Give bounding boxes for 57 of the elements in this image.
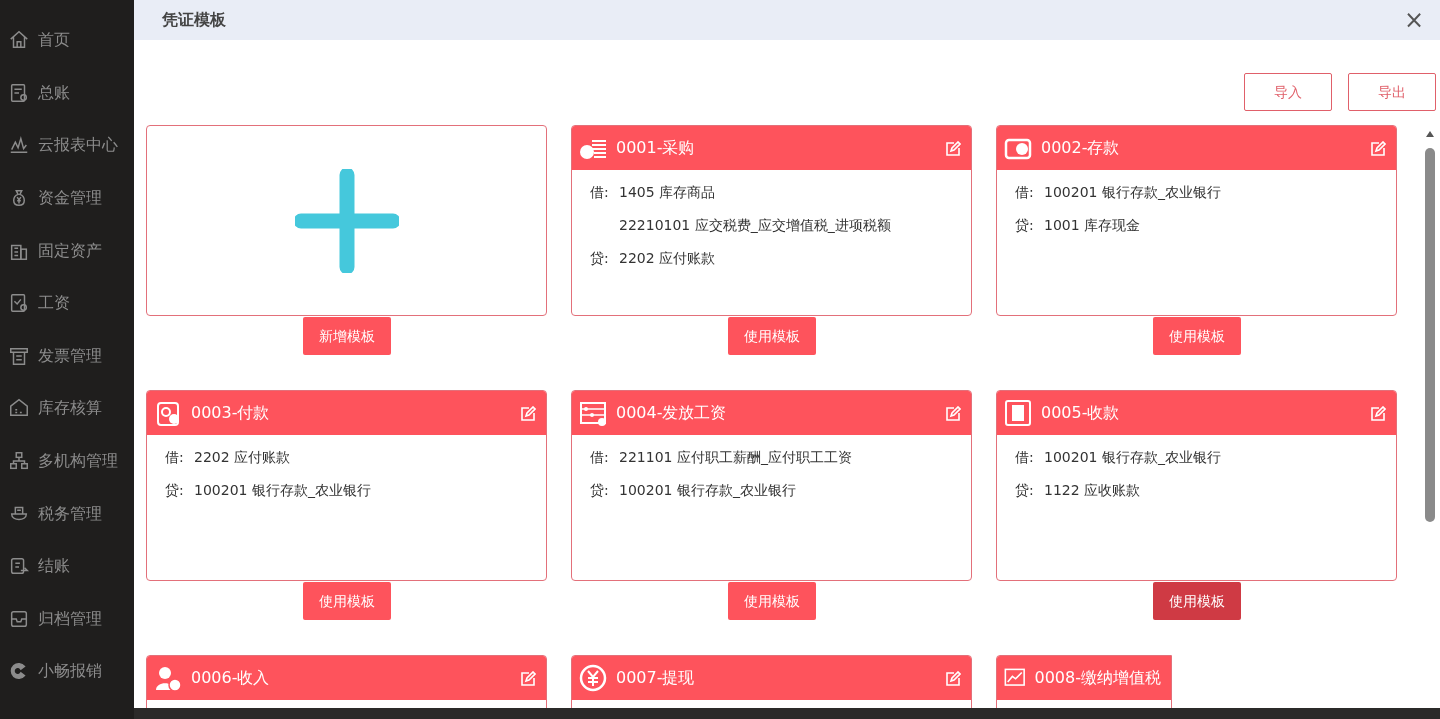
entry-side: 贷:: [1015, 481, 1035, 500]
close-button[interactable]: ×: [1399, 8, 1428, 32]
template-title: 0008-缴纳增值税: [1034, 667, 1161, 689]
entry-side: 借:: [590, 448, 610, 467]
dialog-title: 凭证模板: [162, 9, 226, 31]
sidebar-item[interactable]: 云报表中心: [38, 133, 118, 158]
use-template-button[interactable]: 使用模板: [1152, 582, 1241, 620]
sidebar-item[interactable]: 总账: [38, 80, 70, 105]
use-template-button[interactable]: 使用模板: [302, 582, 391, 620]
account-text: 2202 应付账款: [619, 249, 716, 268]
account-text: 100201 银行存款_农业银行: [194, 481, 371, 500]
entry-side: 借:: [165, 448, 185, 467]
sidebar-item[interactable]: 发票管理: [38, 343, 102, 368]
sidebar-item[interactable]: 资金管理: [38, 186, 102, 211]
account-text: 100201 银行存款_农业银行: [619, 481, 796, 500]
account-text: 2202 应付账款: [194, 448, 291, 467]
entry-side: 贷:: [165, 481, 185, 500]
import-button[interactable]: 导入: [1244, 73, 1332, 111]
sidebar-item[interactable]: 税务管理: [38, 501, 102, 526]
template-title: 0003-付款: [191, 402, 271, 424]
use-template-button[interactable]: 使用模板: [727, 582, 816, 620]
entry-side: 借:: [1015, 183, 1035, 202]
export-button[interactable]: 导出: [1348, 73, 1436, 111]
sidebar-item[interactable]: 多机构管理: [38, 449, 118, 474]
entry-side: 借:: [590, 183, 610, 202]
add-template-button[interactable]: 新增模板: [302, 317, 391, 355]
entry-side: 贷:: [590, 249, 610, 268]
entry-side: 贷:: [1015, 216, 1035, 235]
sidebar-item[interactable]: 归档管理: [38, 606, 102, 631]
plus-icon: [294, 168, 399, 273]
account-text: 100201 银行存款_农业银行: [1044, 183, 1221, 202]
entry-side: 贷:: [590, 481, 610, 500]
ledger-icon: [8, 81, 30, 104]
sidebar-item[interactable]: 固定资产: [38, 238, 102, 263]
template-title: 0006-收入: [191, 667, 271, 689]
entry-side: 借:: [1015, 448, 1035, 467]
account-text: 22210101 应交税费_应交增值税_进项税额: [619, 216, 891, 235]
sidebar-item[interactable]: 结账: [38, 554, 70, 579]
use-template-button[interactable]: 使用模板: [1152, 317, 1241, 355]
account-text: 1001 库存现金: [1044, 216, 1141, 235]
template-title: 0001-采购: [616, 137, 696, 159]
account-text: 1405 库存商品: [619, 183, 716, 202]
account-text: 221101 应付职工薪酬_应付职工工资: [619, 448, 852, 467]
account-text: 1122 应收账款: [1044, 481, 1141, 500]
use-template-button[interactable]: 使用模板: [727, 317, 816, 355]
add-template-card[interactable]: [146, 125, 547, 316]
template-title: 0005-收款: [1041, 402, 1121, 424]
sidebar-item[interactable]: 工资: [38, 291, 70, 316]
sidebar-item[interactable]: 库存核算: [38, 396, 102, 421]
template-title: 0004-发放工资: [616, 402, 728, 424]
template-title: 0002-存款: [1041, 137, 1121, 159]
account-text: 100201 银行存款_农业银行: [1044, 448, 1221, 467]
sidebar-item[interactable]: 首页: [38, 28, 70, 53]
coin-icon: [578, 663, 608, 693]
sidebar-item[interactable]: 小畅报销: [38, 659, 102, 684]
payroll-icon: [8, 292, 30, 315]
template-title: 0007-提现: [616, 667, 696, 689]
